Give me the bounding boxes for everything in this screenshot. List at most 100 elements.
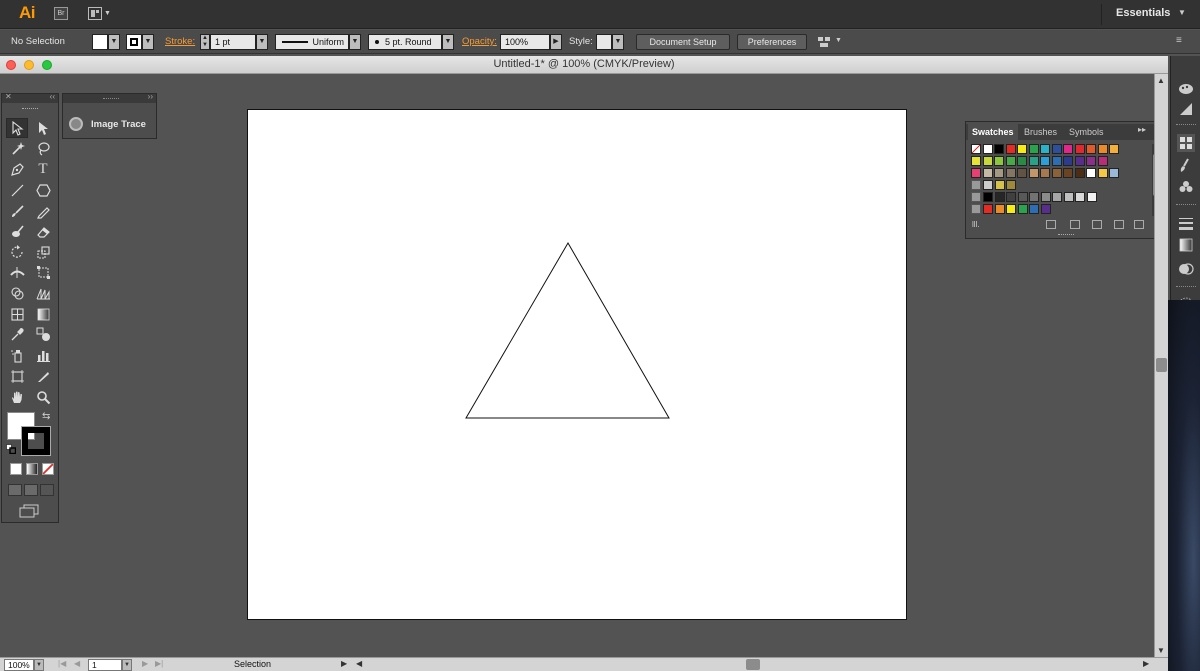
- color-mode-button[interactable]: [10, 463, 22, 475]
- stroke-color-box[interactable]: [21, 426, 51, 456]
- artboard-tool[interactable]: [6, 366, 28, 386]
- selection-tool[interactable]: [6, 118, 28, 138]
- swatch[interactable]: [971, 156, 981, 166]
- close-icon[interactable]: ✕: [5, 92, 12, 101]
- direct-selection-tool[interactable]: [32, 118, 54, 138]
- chevron-down-icon[interactable]: ▼: [835, 37, 842, 44]
- artboard[interactable]: [247, 109, 907, 620]
- first-artboard-icon[interactable]: |◀: [58, 659, 66, 668]
- tools-panel-header[interactable]: ✕ ‹‹: [2, 92, 58, 103]
- brush-definition[interactable]: 5 pt. Round: [368, 34, 442, 50]
- swatch[interactable]: [994, 192, 1005, 202]
- swatch[interactable]: [1017, 168, 1027, 178]
- hand-tool[interactable]: [6, 387, 28, 407]
- new-color-group-icon[interactable]: [1092, 220, 1102, 229]
- default-fill-stroke-icon[interactable]: [6, 444, 17, 455]
- status-menu-arrow-icon[interactable]: ▶: [341, 659, 347, 668]
- opacity-field[interactable]: 100%: [500, 34, 550, 50]
- workspace-switcher[interactable]: Essentials: [1116, 7, 1170, 19]
- type-tool[interactable]: T: [32, 159, 54, 179]
- swatch[interactable]: [1029, 192, 1039, 202]
- swatch[interactable]: [1074, 156, 1085, 166]
- swatch[interactable]: [1006, 180, 1016, 190]
- transparency-panel-icon[interactable]: [1177, 260, 1195, 278]
- swatch[interactable]: [1063, 192, 1074, 202]
- go-to-bridge-button[interactable]: Br: [54, 7, 68, 20]
- vertical-scrollbar[interactable]: ▲ ▼: [1154, 74, 1168, 657]
- none-mode-button[interactable]: [42, 463, 54, 475]
- swatch[interactable]: [1029, 204, 1039, 214]
- swatch[interactable]: [1051, 156, 1062, 166]
- swatch[interactable]: [1109, 144, 1119, 154]
- width-tool[interactable]: [6, 262, 28, 282]
- swatch[interactable]: [1040, 144, 1050, 154]
- swatch[interactable]: [1040, 192, 1051, 202]
- shape-builder-tool[interactable]: [6, 283, 28, 303]
- color-panel-icon[interactable]: [1177, 80, 1195, 98]
- brushes-panel-icon[interactable]: [1177, 156, 1195, 174]
- fill-dropdown-arrow[interactable]: ▼: [108, 34, 120, 50]
- swatch[interactable]: [983, 180, 993, 190]
- stroke-weight-field[interactable]: 1 pt: [210, 34, 256, 50]
- swatch[interactable]: [994, 168, 1004, 178]
- swatch[interactable]: [1005, 156, 1016, 166]
- swatch[interactable]: [1063, 144, 1073, 154]
- column-graph-tool[interactable]: [32, 345, 54, 365]
- swatch[interactable]: [1051, 144, 1062, 154]
- scroll-up-icon[interactable]: ▲: [1157, 76, 1165, 85]
- color-group-folder-icon[interactable]: [971, 204, 981, 214]
- swatch[interactable]: [994, 180, 1005, 190]
- gradient-panel-icon[interactable]: [1177, 236, 1195, 254]
- swatches-panel-icon[interactable]: [1177, 134, 1195, 152]
- color-group-folder-icon[interactable]: [971, 180, 981, 190]
- swatch[interactable]: [982, 168, 993, 178]
- swatch[interactable]: [1040, 168, 1050, 178]
- swatch[interactable]: [994, 204, 1005, 214]
- swatch[interactable]: [971, 168, 981, 178]
- swatch[interactable]: [1086, 156, 1096, 166]
- polygon-tool[interactable]: [32, 180, 54, 200]
- symbol-sprayer-tool[interactable]: [6, 345, 28, 365]
- swatch[interactable]: [1006, 204, 1016, 214]
- align-options-icon[interactable]: [817, 36, 831, 48]
- previous-artboard-icon[interactable]: ◀: [74, 659, 80, 668]
- swatch[interactable]: [1017, 144, 1027, 154]
- triangle-shape[interactable]: [465, 242, 670, 419]
- change-screen-mode-button[interactable]: [18, 504, 40, 518]
- swatch[interactable]: [1028, 144, 1039, 154]
- opacity-label[interactable]: Opacity:: [462, 30, 497, 54]
- pencil-tool[interactable]: [32, 201, 54, 221]
- swatch[interactable]: [1028, 156, 1039, 166]
- stroke-panel-icon[interactable]: [1177, 214, 1195, 232]
- fill-color-swatch[interactable]: [92, 34, 108, 50]
- expand-icon[interactable]: ››: [148, 92, 153, 101]
- collapse-icon[interactable]: ‹‹: [50, 92, 55, 101]
- tab-symbols[interactable]: Symbols: [1065, 124, 1108, 140]
- scroll-right-icon[interactable]: ▶: [1143, 659, 1149, 668]
- panel-grip[interactable]: [2, 103, 58, 115]
- line-segment-tool[interactable]: [6, 180, 28, 200]
- artboard-number-field[interactable]: 1: [88, 659, 122, 671]
- draw-normal-button[interactable]: [8, 484, 22, 496]
- magic-wand-tool[interactable]: [6, 138, 28, 158]
- swatch[interactable]: [983, 192, 993, 202]
- scroll-down-icon[interactable]: ▼: [1157, 646, 1165, 655]
- swatch[interactable]: [1017, 156, 1027, 166]
- swatch-options-icon[interactable]: [1070, 220, 1080, 229]
- rotate-tool[interactable]: [6, 242, 28, 262]
- swatch[interactable]: [982, 156, 993, 166]
- free-transform-tool[interactable]: [32, 262, 54, 282]
- swatch[interactable]: [1040, 204, 1051, 214]
- swatch[interactable]: [1005, 168, 1016, 178]
- swatch[interactable]: [982, 144, 993, 154]
- swatch[interactable]: [1063, 168, 1073, 178]
- swatch[interactable]: [1097, 156, 1108, 166]
- blend-tool[interactable]: [32, 324, 54, 344]
- zoom-level-field[interactable]: 100%: [4, 659, 34, 671]
- tab-brushes[interactable]: Brushes: [1020, 124, 1061, 140]
- brush-dropdown[interactable]: ▼: [442, 34, 454, 50]
- lasso-tool[interactable]: [32, 138, 54, 158]
- paintbrush-tool[interactable]: [6, 201, 28, 221]
- new-swatch-icon[interactable]: [1114, 220, 1124, 229]
- swatch-none[interactable]: [971, 144, 981, 154]
